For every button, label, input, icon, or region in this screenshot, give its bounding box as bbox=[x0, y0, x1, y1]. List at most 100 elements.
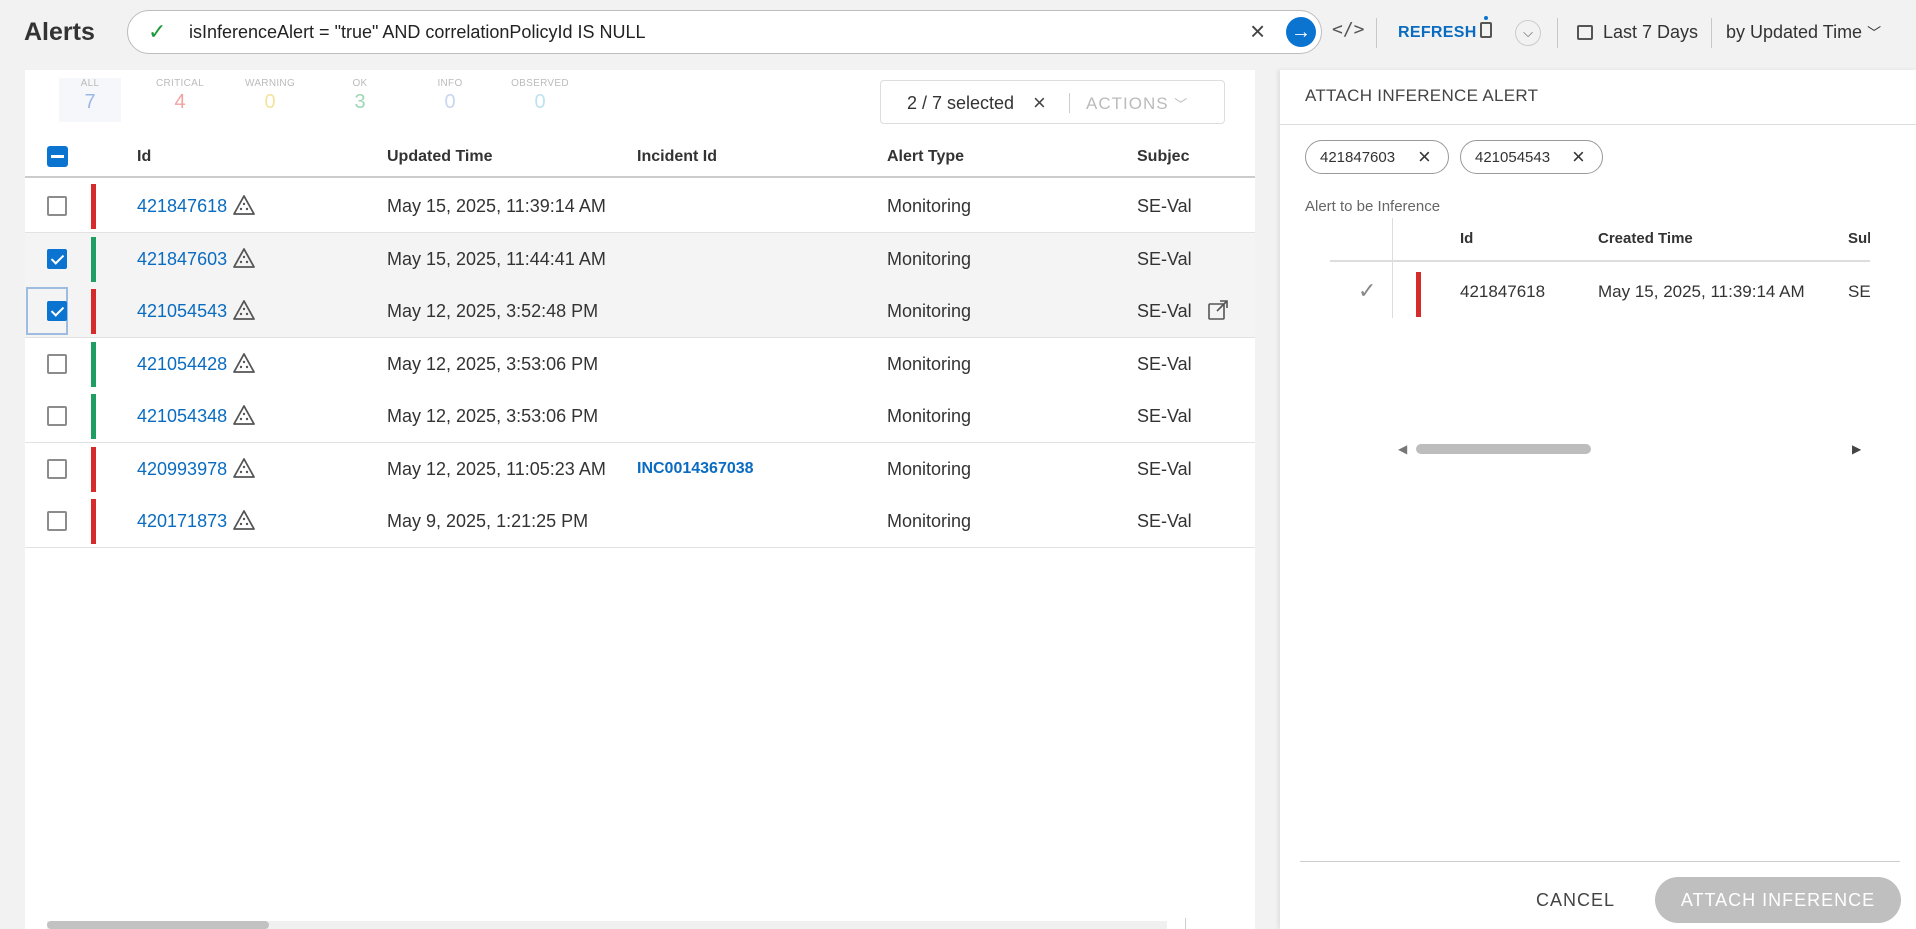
refresh-button[interactable]: REFRESH bbox=[1398, 24, 1477, 42]
column-header-id[interactable]: Id bbox=[1460, 230, 1473, 247]
table-row[interactable]: 420993978 May 12, 2025, 11:05:23 AM INC001… bbox=[25, 442, 1255, 496]
selected-check-icon[interactable]: ✓ bbox=[1358, 278, 1376, 304]
alert-id-link[interactable]: 421054348 bbox=[137, 406, 227, 427]
alert-subject: SE-Val bbox=[1137, 353, 1192, 374]
date-range-selector[interactable]: Last 7 Days bbox=[1603, 22, 1698, 43]
run-query-button[interactable]: → bbox=[1286, 17, 1316, 47]
scroll-right-icon[interactable]: ▶ bbox=[1852, 442, 1861, 456]
stat-value: 3 bbox=[354, 91, 366, 113]
table-row[interactable]: 420171873 May 9, 2025, 1:21:25 PM Monitori… bbox=[25, 495, 1255, 548]
alert-subject: SE-Val bbox=[1137, 196, 1192, 216]
clear-query-icon[interactable]: × bbox=[1250, 17, 1265, 45]
horizontal-scrollbar[interactable] bbox=[25, 917, 1185, 929]
auto-refresh-icon[interactable] bbox=[1480, 22, 1492, 38]
column-header-id[interactable]: Id bbox=[137, 148, 151, 166]
chevron-down-icon: ﹀ bbox=[1867, 25, 1882, 41]
auto-refresh-indicator bbox=[1484, 16, 1488, 20]
target-created-time: May 15, 2025, 11:39:14 AM bbox=[1598, 282, 1805, 301]
alert-id-link[interactable]: 421054543 bbox=[137, 301, 227, 322]
stat-observed[interactable]: OBSERVED 0 bbox=[509, 78, 571, 114]
table-row[interactable]: 421847618 May 15, 2025, 11:39:14 AM Monito… bbox=[25, 180, 1255, 233]
panel-title: ATTACH INFERENCE ALERT bbox=[1305, 86, 1539, 105]
scroll-left-icon[interactable]: ◀ bbox=[1398, 442, 1407, 456]
page-title: Alerts bbox=[24, 18, 95, 46]
alert-type: Monitoring bbox=[887, 248, 972, 269]
alert-id-link[interactable]: 420993978 bbox=[137, 459, 227, 480]
incident-id-link[interactable]: INC0014367038 bbox=[637, 460, 754, 478]
updated-time: May 15, 2025, 11:39:14 AM bbox=[387, 196, 606, 216]
table-row[interactable]: 421054428 May 12, 2025, 3:53:06 PM Monitor… bbox=[25, 337, 1255, 391]
scrollbar-thumb[interactable] bbox=[47, 921, 269, 929]
cancel-button[interactable]: CANCEL bbox=[1536, 890, 1615, 911]
row-checkbox[interactable] bbox=[47, 511, 67, 531]
severity-bar bbox=[91, 184, 96, 229]
column-header-updated-time[interactable]: Updated Time bbox=[387, 148, 493, 166]
divider bbox=[1330, 260, 1870, 262]
alert-id-link[interactable]: 420171873 bbox=[137, 511, 227, 532]
column-header-incident-id[interactable]: Incident Id bbox=[637, 148, 717, 166]
alert-id-link[interactable]: 421054428 bbox=[137, 354, 227, 375]
remove-chip-icon[interactable]: × bbox=[1572, 144, 1585, 170]
selection-bar: 2 / 7 selected × ACTIONS ﹀ bbox=[880, 80, 1225, 124]
alerts-list-panel: ALL 7 CRITICAL 4 WARNING 0 OK 3 INFO 0 O… bbox=[25, 70, 1255, 929]
severity-bar bbox=[1416, 272, 1421, 317]
open-external-icon[interactable] bbox=[1207, 299, 1229, 321]
stat-value: 4 bbox=[174, 91, 186, 113]
stat-value: 7 bbox=[84, 91, 96, 113]
row-checkbox[interactable] bbox=[47, 248, 67, 269]
column-header-subject[interactable]: Sul bbox=[1848, 230, 1870, 247]
updated-time: May 12, 2025, 3:53:06 PM bbox=[387, 353, 599, 374]
query-input[interactable]: isInferenceAlert = "true" AND correlatio… bbox=[189, 22, 645, 43]
inference-alert-icon bbox=[232, 509, 256, 531]
table-row[interactable]: 421054348 May 12, 2025, 3:53:06 PM Monitor… bbox=[25, 390, 1255, 443]
chip-label: 421847603 bbox=[1320, 149, 1396, 166]
column-header-created-time[interactable]: Created Time bbox=[1598, 230, 1693, 247]
scrollbar-thumb[interactable] bbox=[1416, 444, 1591, 454]
stat-value: 0 bbox=[444, 91, 456, 113]
sort-by-selector[interactable]: by Updated Time ﹀ bbox=[1726, 22, 1881, 43]
select-all-checkbox[interactable] bbox=[47, 146, 68, 167]
severity-bar bbox=[91, 341, 96, 387]
target-alert-id: 421847618 bbox=[1460, 282, 1546, 301]
alert-id-link[interactable]: 421847603 bbox=[137, 249, 227, 270]
divider bbox=[1280, 124, 1916, 125]
column-header-alert-type[interactable]: Alert Type bbox=[887, 148, 964, 166]
clear-selection-icon[interactable]: × bbox=[1033, 90, 1046, 116]
code-view-icon[interactable]: </> bbox=[1332, 19, 1365, 40]
actions-dropdown[interactable]: ACTIONS ﹀ bbox=[1086, 94, 1188, 114]
actions-label: ACTIONS bbox=[1086, 94, 1169, 113]
row-checkbox[interactable] bbox=[47, 406, 67, 426]
stat-label: INFO bbox=[437, 78, 463, 89]
alert-id-link[interactable]: 421847618 bbox=[137, 196, 227, 217]
chevron-down-icon[interactable]: ⌵ bbox=[1515, 20, 1541, 46]
alert-subject: SE-Val bbox=[1137, 511, 1192, 531]
stat-ok[interactable]: OK 3 bbox=[329, 78, 391, 114]
attach-inference-button[interactable]: ATTACH INFERENCE bbox=[1655, 877, 1901, 923]
column-header-subject[interactable]: Subjec bbox=[1137, 148, 1189, 166]
horizontal-scrollbar[interactable]: ◀ ▶ bbox=[1392, 440, 1870, 456]
divider bbox=[1185, 918, 1186, 929]
remove-chip-icon[interactable]: × bbox=[1418, 144, 1431, 170]
calendar-icon bbox=[1577, 25, 1593, 40]
row-checkbox[interactable] bbox=[47, 353, 67, 374]
row-checkbox[interactable] bbox=[47, 458, 67, 479]
stat-all[interactable]: ALL 7 bbox=[59, 78, 121, 122]
inference-alert-icon bbox=[232, 352, 256, 374]
query-search-box[interactable]: ✓ isInferenceAlert = "true" AND correlat… bbox=[127, 10, 1322, 54]
divider bbox=[1300, 861, 1900, 862]
stat-info[interactable]: INFO 0 bbox=[419, 78, 481, 114]
stat-label: CRITICAL bbox=[156, 78, 204, 89]
severity-bar bbox=[91, 499, 96, 544]
stat-critical[interactable]: CRITICAL 4 bbox=[149, 78, 211, 114]
chip-label: 421054543 bbox=[1475, 149, 1551, 166]
alert-type: Monitoring bbox=[887, 353, 972, 374]
stat-warning[interactable]: WARNING 0 bbox=[239, 78, 301, 114]
selection-count: 2 / 7 selected bbox=[907, 93, 1015, 113]
severity-bar bbox=[91, 236, 96, 282]
row-checkbox[interactable] bbox=[47, 196, 67, 216]
stat-label: OK bbox=[352, 78, 368, 89]
table-row[interactable]: 421847603 May 15, 2025, 11:44:41 AM Monito… bbox=[25, 232, 1255, 286]
table-row[interactable]: 421054543 May 12, 2025, 3:52:48 PM Monitor… bbox=[25, 285, 1255, 338]
alert-type: Monitoring bbox=[887, 406, 972, 426]
row-checkbox[interactable] bbox=[47, 301, 67, 321]
